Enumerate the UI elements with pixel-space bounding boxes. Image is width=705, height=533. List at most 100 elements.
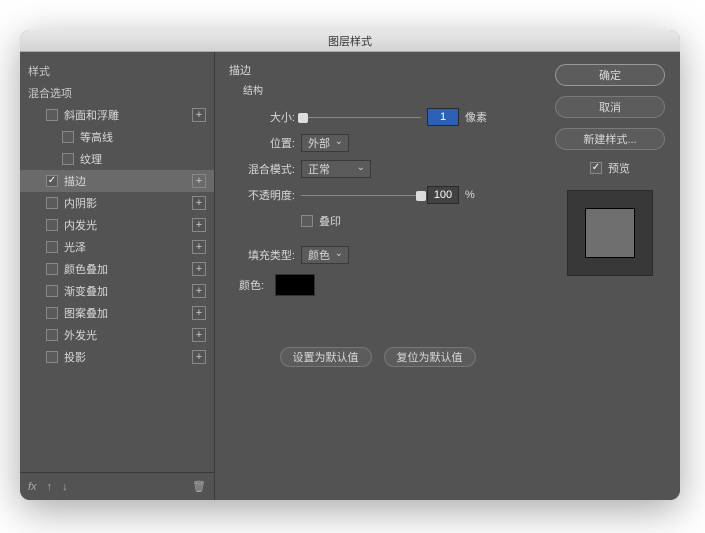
effect-label: 渐变叠加	[64, 283, 108, 299]
add-effect-icon[interactable]: +	[192, 108, 206, 122]
sidebar-footer: fx ↑ ↓ 🗑	[20, 472, 214, 500]
preview-box	[567, 190, 653, 276]
color-swatch[interactable]	[275, 274, 315, 296]
effect-item-6[interactable]: 光泽 +	[20, 236, 214, 258]
effect-label: 图案叠加	[64, 305, 108, 321]
add-effect-icon[interactable]: +	[192, 306, 206, 320]
add-effect-icon[interactable]: +	[192, 262, 206, 276]
trash-icon[interactable]: 🗑	[192, 480, 206, 493]
effect-label: 纹理	[80, 151, 102, 167]
blendmode-label: 混合模式:	[239, 161, 295, 177]
position-select[interactable]: 外部	[301, 134, 349, 152]
size-row: 大小: 像素	[239, 105, 526, 129]
effect-checkbox[interactable]	[46, 351, 58, 363]
blend-options-header[interactable]: 混合选项	[20, 82, 214, 104]
fx-icon[interactable]: fx	[28, 481, 37, 493]
effect-label: 等高线	[80, 129, 113, 145]
panel-title: 描边	[229, 62, 526, 78]
effect-checkbox[interactable]	[62, 131, 74, 143]
default-buttons: 设置为默认值 复位为默认值	[229, 347, 526, 367]
filltype-row: 填充类型: 颜色	[239, 243, 526, 267]
layer-style-dialog: 图层样式 样式 混合选项 斜面和浮雕+等高线纹理描边+内阴影+内发光+光泽+颜色…	[20, 30, 680, 500]
effect-label: 斜面和浮雕	[64, 107, 119, 123]
effect-checkbox[interactable]	[46, 109, 58, 121]
structure-legend: 结构	[239, 82, 526, 97]
effect-item-3[interactable]: 描边 +	[20, 170, 214, 192]
blend-header-label: 混合选项	[28, 85, 72, 101]
effect-checkbox[interactable]	[46, 219, 58, 231]
titlebar: 图层样式	[20, 30, 680, 52]
effect-label: 内阴影	[64, 195, 97, 211]
size-label: 大小:	[239, 109, 295, 125]
preview-label: 预览	[608, 160, 630, 176]
cancel-button[interactable]: 取消	[555, 96, 665, 118]
size-unit: 像素	[465, 109, 487, 125]
blendmode-select[interactable]: 正常	[301, 160, 371, 178]
preview-checkbox[interactable]	[590, 162, 602, 174]
main-panel: 描边 结构 大小: 像素 位置: 外部 混合模式: 正常	[215, 52, 540, 500]
effect-checkbox[interactable]	[46, 175, 58, 187]
new-style-button[interactable]: 新建样式...	[555, 128, 665, 150]
overprint-checkbox[interactable]	[301, 215, 313, 227]
opacity-input[interactable]	[427, 186, 459, 204]
effect-checkbox[interactable]	[46, 241, 58, 253]
add-effect-icon[interactable]: +	[192, 284, 206, 298]
styles-header[interactable]: 样式	[20, 60, 214, 82]
effect-item-1[interactable]: 等高线	[20, 126, 214, 148]
preview-swatch	[585, 208, 635, 258]
add-effect-icon[interactable]: +	[192, 174, 206, 188]
effect-item-2[interactable]: 纹理	[20, 148, 214, 170]
overprint-label: 叠印	[319, 213, 341, 229]
effect-checkbox[interactable]	[46, 329, 58, 341]
ok-button[interactable]: 确定	[555, 64, 665, 86]
size-slider[interactable]	[301, 110, 421, 124]
arrow-down-icon[interactable]: ↓	[62, 481, 68, 493]
effect-checkbox[interactable]	[62, 153, 74, 165]
dialog-title: 图层样式	[328, 33, 372, 49]
effect-label: 描边	[64, 173, 86, 189]
opacity-unit: %	[465, 189, 475, 201]
opacity-slider[interactable]	[301, 188, 421, 202]
effect-checkbox[interactable]	[46, 307, 58, 319]
dialog-body: 样式 混合选项 斜面和浮雕+等高线纹理描边+内阴影+内发光+光泽+颜色叠加+渐变…	[20, 52, 680, 500]
right-column: 确定 取消 新建样式... 预览	[540, 52, 680, 500]
effect-item-0[interactable]: 斜面和浮雕 +	[20, 104, 214, 126]
size-input[interactable]	[427, 108, 459, 126]
blendmode-row: 混合模式: 正常	[239, 157, 526, 181]
add-effect-icon[interactable]: +	[192, 328, 206, 342]
set-default-button[interactable]: 设置为默认值	[280, 347, 372, 367]
effect-label: 颜色叠加	[64, 261, 108, 277]
effect-list: 斜面和浮雕 + 等高线纹理描边 + 内阴影 + 内发光 + 光泽 + 颜色叠加 + 渐变叠加 + 图案叠加 +…	[20, 104, 214, 368]
filltype-label: 填充类型:	[239, 247, 295, 263]
effect-item-7[interactable]: 颜色叠加 +	[20, 258, 214, 280]
add-effect-icon[interactable]: +	[192, 240, 206, 254]
styles-header-label: 样式	[28, 63, 50, 79]
effect-item-10[interactable]: 外发光+	[20, 324, 214, 346]
structure-group: 结构 大小: 像素 位置: 外部 混合模式: 正常	[229, 82, 526, 297]
effect-item-9[interactable]: 图案叠加 +	[20, 302, 214, 324]
effect-item-8[interactable]: 渐变叠加 +	[20, 280, 214, 302]
filltype-select[interactable]: 颜色	[301, 246, 349, 264]
reset-default-button[interactable]: 复位为默认值	[384, 347, 476, 367]
position-row: 位置: 外部	[239, 131, 526, 155]
arrow-up-icon[interactable]: ↑	[47, 481, 53, 493]
sidebar: 样式 混合选项 斜面和浮雕+等高线纹理描边+内阴影+内发光+光泽+颜色叠加+渐变…	[20, 52, 215, 500]
effect-checkbox[interactable]	[46, 197, 58, 209]
effect-label: 内发光	[64, 217, 97, 233]
color-label: 颜色:	[239, 277, 269, 293]
overprint-row: 叠印	[239, 209, 526, 233]
opacity-row: 不透明度: %	[239, 183, 526, 207]
effect-item-4[interactable]: 内阴影 +	[20, 192, 214, 214]
effect-item-11[interactable]: 投影 +	[20, 346, 214, 368]
add-effect-icon[interactable]: +	[192, 350, 206, 364]
color-row: 颜色:	[239, 273, 526, 297]
effect-label: 投影	[64, 349, 86, 365]
preview-row: 预览	[590, 160, 630, 176]
effect-checkbox[interactable]	[46, 285, 58, 297]
add-effect-icon[interactable]: +	[192, 196, 206, 210]
effect-checkbox[interactable]	[46, 263, 58, 275]
effect-label: 光泽	[64, 239, 86, 255]
opacity-label: 不透明度:	[239, 187, 295, 203]
add-effect-icon[interactable]: +	[192, 218, 206, 232]
effect-item-5[interactable]: 内发光 +	[20, 214, 214, 236]
